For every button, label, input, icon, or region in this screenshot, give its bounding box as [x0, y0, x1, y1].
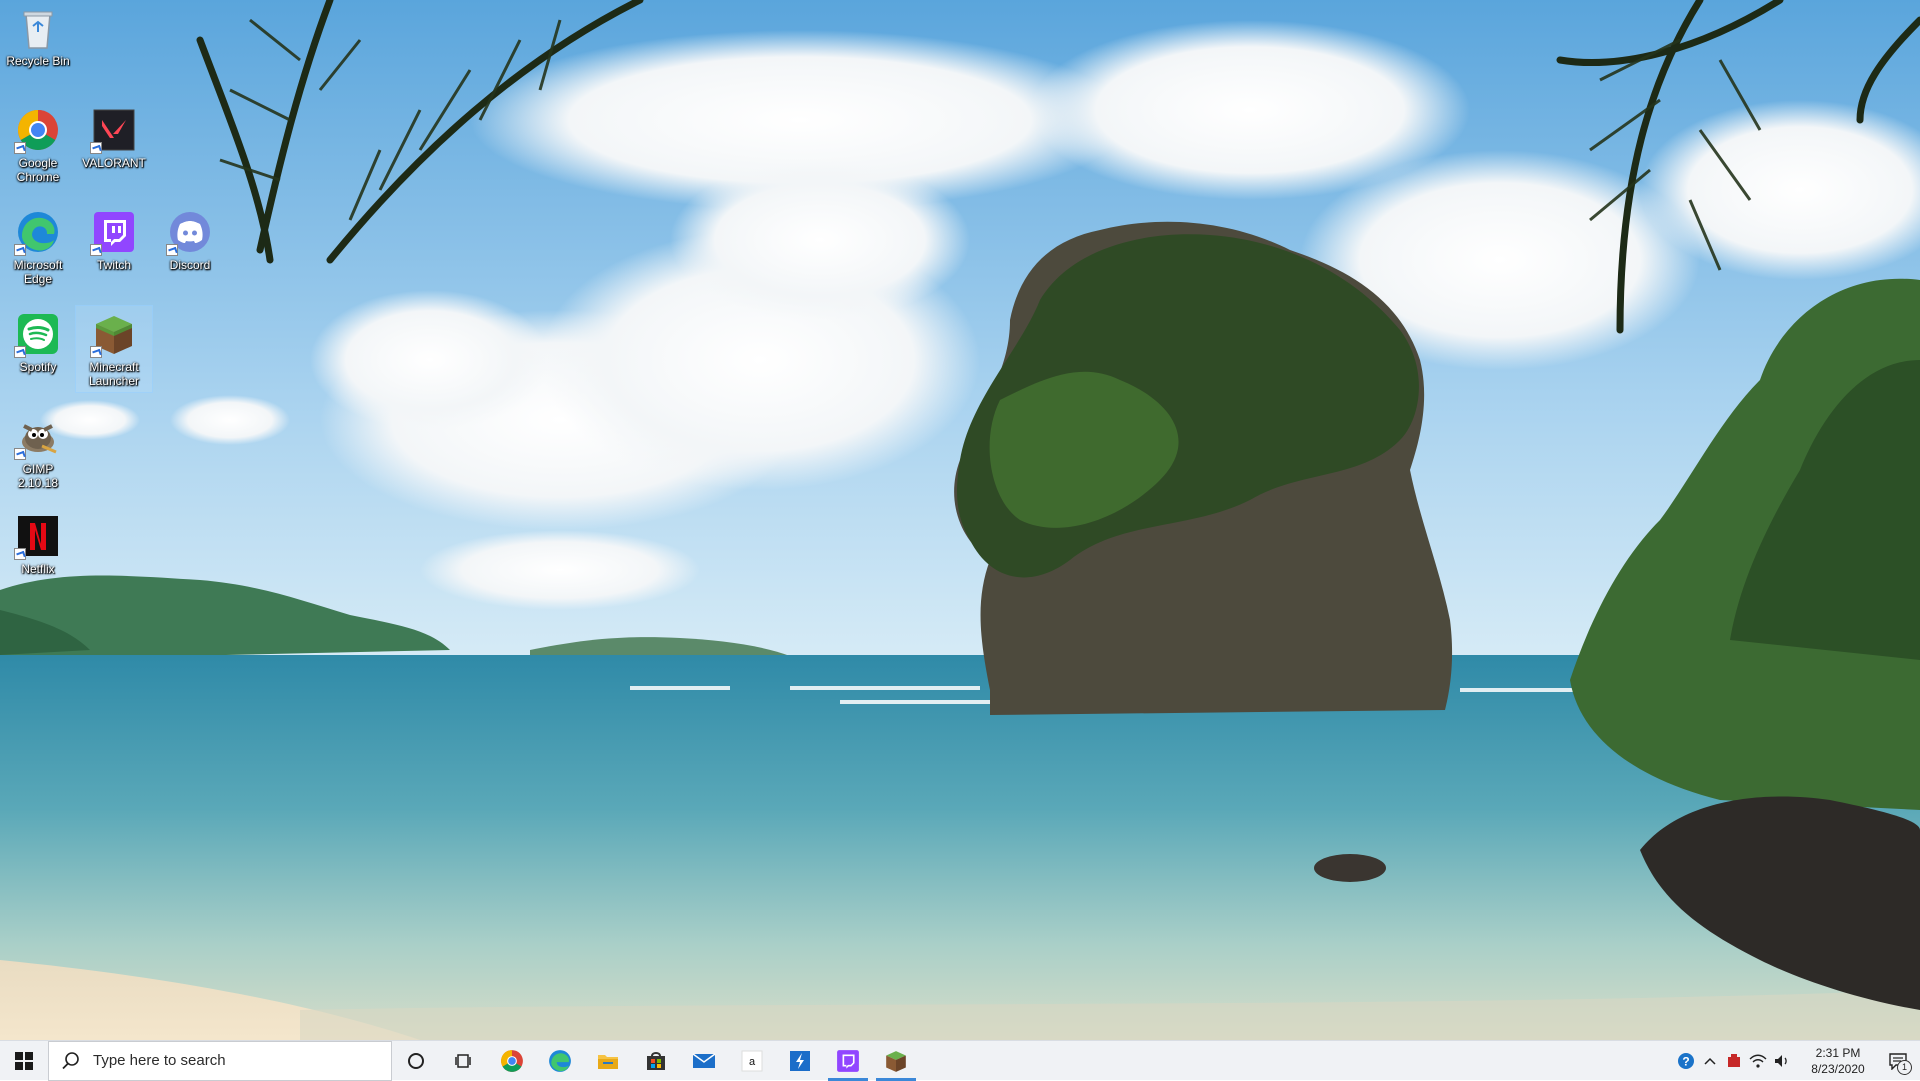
minecraft-icon: [886, 1050, 906, 1072]
chrome-icon: [501, 1049, 523, 1072]
task-view-icon: [455, 1053, 471, 1068]
file-explorer-icon: [598, 1054, 618, 1069]
desktop-icon-label: Discord: [169, 258, 211, 272]
desktop-icon-microsoft-edge[interactable]: Microsoft Edge: [0, 204, 76, 296]
taskbar-clock[interactable]: 2:31 PM 8/23/2020: [1800, 1045, 1876, 1077]
twitch-icon: [837, 1049, 859, 1072]
taskbar-twitch[interactable]: [824, 1041, 872, 1081]
volume-tray-icon[interactable]: [1770, 1041, 1794, 1081]
taskbar-app-blue[interactable]: [776, 1041, 824, 1081]
mail-icon: [692, 1052, 716, 1068]
taskbar-microsoft-store[interactable]: [632, 1041, 680, 1081]
desktop-icon-label: Netflix: [21, 562, 55, 576]
search-input[interactable]: [91, 1051, 355, 1070]
amazon-icon: a: [741, 1050, 763, 1071]
valorant-icon: [90, 106, 138, 154]
taskbar-amazon[interactable]: a: [728, 1041, 776, 1081]
clock-date: 8/23/2020: [1811, 1062, 1865, 1076]
taskbar-edge[interactable]: [536, 1041, 584, 1081]
system-tray: ? 2:31 PM 8/23/2020 1: [1674, 1041, 1920, 1081]
taskbar-file-explorer[interactable]: [584, 1041, 632, 1081]
taskbar-minecraft[interactable]: [872, 1041, 920, 1081]
twitch-icon: [90, 208, 138, 256]
red-app-icon: [1728, 1054, 1740, 1067]
desktop-icon-valorant[interactable]: VALORANT: [76, 102, 152, 194]
desktop-icon-label: Minecraft Launcher: [88, 360, 140, 388]
chrome-icon: [14, 106, 62, 154]
speaker-icon: [1775, 1055, 1787, 1067]
microsoft-store-icon: [647, 1051, 665, 1070]
notification-count-badge: 1: [1897, 1060, 1912, 1075]
search-icon: [62, 1051, 79, 1069]
taskbar-mail[interactable]: [680, 1041, 728, 1081]
show-hidden-icons-button[interactable]: [1698, 1041, 1722, 1081]
desktop-icon-netflix[interactable]: Netflix: [0, 508, 76, 600]
desktop-icon-label: Recycle Bin: [6, 54, 70, 68]
task-view-button[interactable]: [440, 1041, 488, 1081]
clock-time: 2:31 PM: [1815, 1046, 1861, 1060]
taskbar-search-box[interactable]: [48, 1040, 392, 1081]
edge-icon: [549, 1049, 571, 1072]
taskbar: a ?: [0, 1040, 1920, 1081]
spotify-icon: [14, 310, 62, 358]
help-icon: ?: [1678, 1053, 1694, 1069]
app-blue-icon: [790, 1050, 810, 1071]
help-tray-icon[interactable]: ?: [1674, 1041, 1698, 1081]
desktop-icon-label: Google Chrome: [16, 156, 60, 184]
edge-icon: [14, 208, 62, 256]
desktop-icon-recycle-bin[interactable]: Recycle Bin: [0, 0, 76, 92]
windows-logo-icon: [15, 1051, 33, 1070]
desktop-icon-label: GIMP 2.10.18: [17, 462, 59, 490]
netflix-icon: [14, 512, 62, 560]
desktop-icon-twitch[interactable]: Twitch: [76, 204, 152, 296]
desktop-icon-gimp[interactable]: GIMP 2.10.18: [0, 408, 76, 500]
taskbar-chrome[interactable]: [488, 1041, 536, 1081]
gimp-icon: [14, 412, 62, 460]
desktop: Recycle Bin Google Chrome VALORANT Micro…: [0, 0, 1920, 1040]
network-tray-icon[interactable]: [1746, 1041, 1770, 1081]
cortana-button[interactable]: [392, 1041, 440, 1081]
tray-app-icon[interactable]: [1722, 1041, 1746, 1081]
desktop-icon-discord[interactable]: Discord: [152, 204, 228, 296]
desktop-icon-label: Twitch: [96, 258, 131, 272]
minecraft-icon: [90, 310, 138, 358]
desktop-icon-google-chrome[interactable]: Google Chrome: [0, 102, 76, 194]
svg-text:?: ?: [1682, 1055, 1689, 1069]
svg-text:a: a: [749, 1056, 756, 1068]
desktop-icon-label: Microsoft Edge: [13, 258, 63, 286]
discord-icon: [166, 208, 214, 256]
desktop-icon-label: VALORANT: [82, 156, 146, 170]
chevron-up-icon: [1704, 1057, 1716, 1065]
desktop-icon-label: Spotify: [19, 360, 57, 374]
wifi-icon: [1749, 1054, 1767, 1068]
cortana-icon: [408, 1052, 424, 1069]
action-center-button[interactable]: 1: [1876, 1041, 1920, 1081]
start-button[interactable]: [0, 1041, 48, 1081]
recycle-bin-icon: [14, 4, 62, 52]
desktop-wallpaper: [0, 0, 1920, 1040]
desktop-icon-minecraft-launcher[interactable]: Minecraft Launcher: [75, 305, 153, 393]
desktop-icon-spotify[interactable]: Spotify: [0, 306, 76, 398]
